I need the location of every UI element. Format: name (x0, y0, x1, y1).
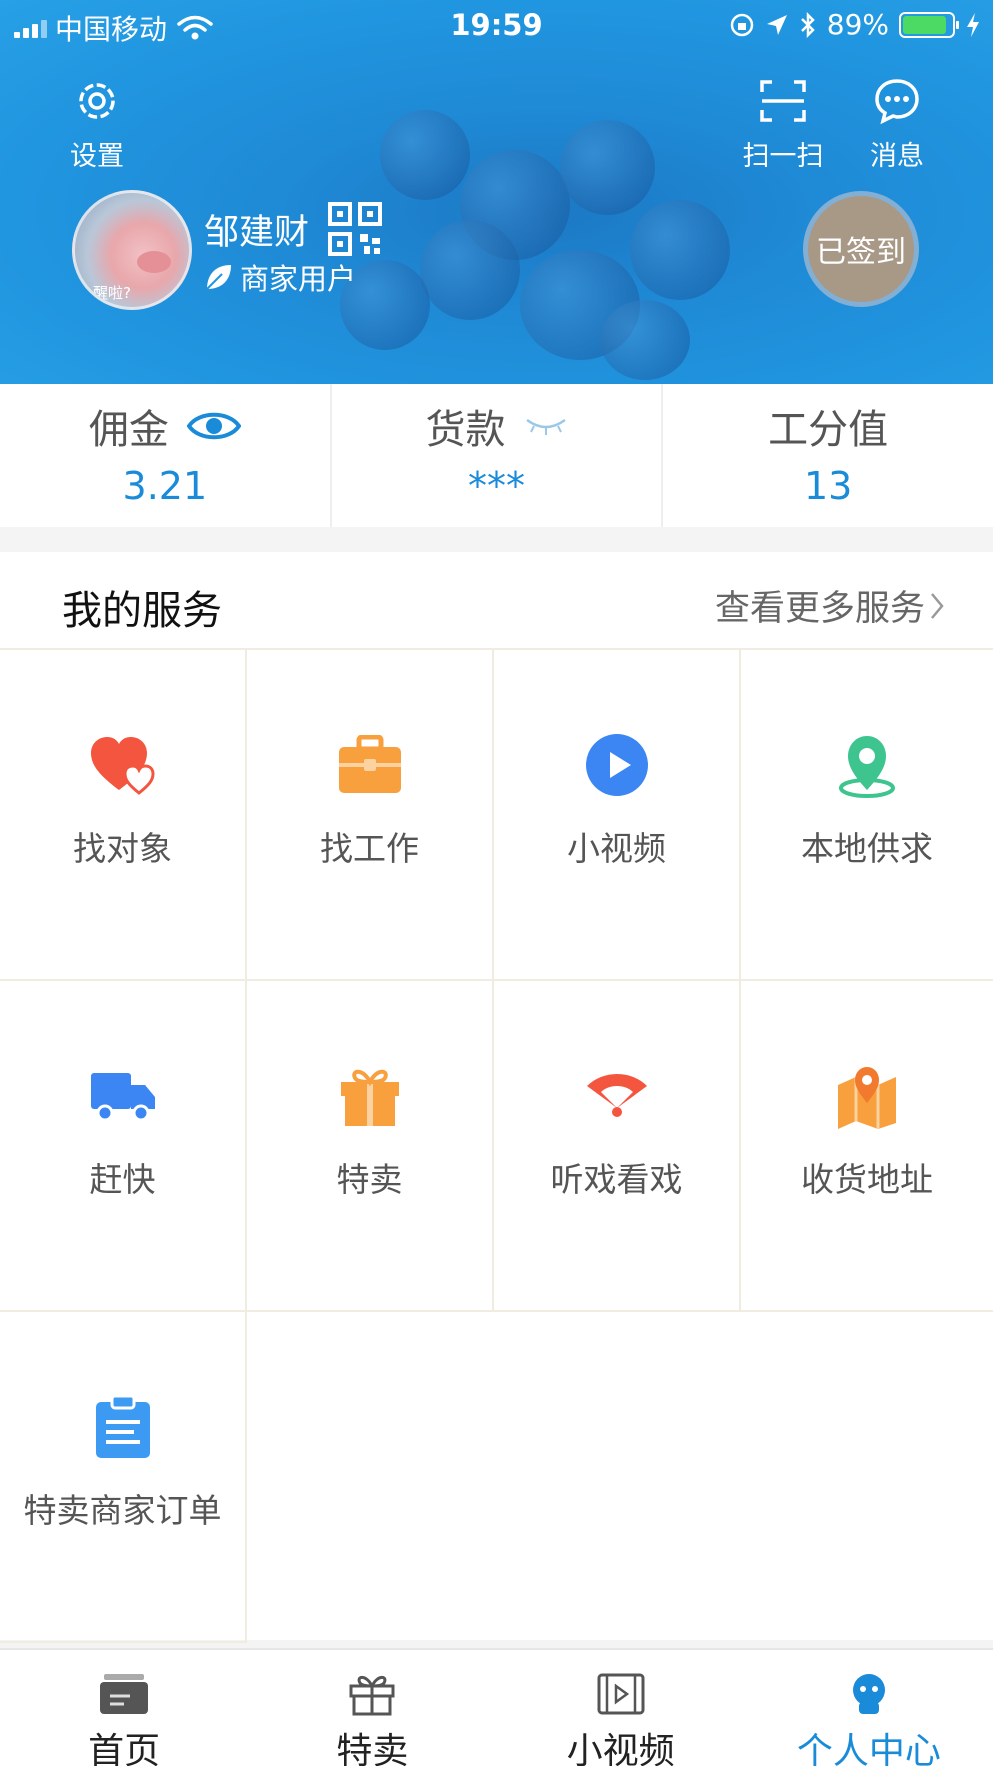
stat-label: 工分值 (768, 407, 889, 453)
scan-icon (760, 80, 806, 122)
scan-button[interactable]: 扫一扫 (736, 76, 830, 173)
service-merchant-orders[interactable]: 特卖商家订单 (0, 1312, 247, 1643)
service-label: 特卖商家订单 (23, 1491, 222, 1530)
avatar[interactable]: 醒啦? (72, 190, 192, 310)
bg-decoration (380, 110, 470, 200)
leaf-icon (206, 265, 231, 290)
eye-open-icon[interactable] (186, 409, 241, 443)
qr-code-icon[interactable] (328, 202, 382, 256)
service-label: 找工作 (320, 829, 419, 868)
user-name: 邹建财 (204, 213, 310, 253)
gift-icon (340, 1069, 399, 1126)
more-services-link[interactable]: 查看更多服务 (715, 580, 945, 631)
home-icon (100, 1674, 149, 1714)
bottom-tab-bar: 首页 特卖 小视频 个人中心 (0, 1648, 993, 1766)
service-delivery-address[interactable]: 收货地址 (741, 981, 993, 1312)
battery-percent: 89% (826, 8, 889, 41)
tab-short-video[interactable]: 小视频 (497, 1650, 745, 1766)
stat-label: 货款 (425, 407, 506, 453)
tab-label: 首页 (88, 1731, 161, 1766)
settings-label: 设置 (70, 141, 124, 172)
service-label: 听戏看戏 (550, 1160, 683, 1199)
tab-label: 小视频 (566, 1731, 675, 1766)
service-label: 赶快 (89, 1160, 156, 1199)
briefcase-icon (338, 735, 401, 793)
bg-decoration (630, 200, 730, 300)
stat-value: 3.21 (122, 464, 208, 508)
play-icon (585, 734, 648, 796)
bg-decoration (420, 220, 520, 320)
stat-value: *** (468, 464, 525, 508)
bg-decoration (560, 120, 655, 215)
service-label: 收货地址 (801, 1160, 933, 1199)
charging-icon (967, 12, 979, 37)
map-pin-icon (838, 1067, 896, 1129)
status-bar: 中国移动 19:59 89% (0, 0, 993, 50)
service-find-job[interactable]: 找工作 (247, 650, 494, 981)
service-find-partner[interactable]: 找对象 (0, 650, 247, 981)
bg-decoration (600, 300, 690, 380)
avatar-caption: 醒啦? (93, 284, 131, 302)
rotation-lock-icon (730, 13, 754, 36)
stat-value: 13 (804, 464, 853, 508)
more-services-label: 查看更多服务 (714, 589, 925, 629)
messages-button[interactable]: 消息 (864, 76, 930, 173)
stat-commission[interactable]: 佣金 3.21 (0, 384, 332, 527)
battery-icon (899, 11, 959, 38)
service-label: 本地供求 (801, 829, 933, 868)
tab-profile[interactable]: 个人中心 (745, 1650, 993, 1766)
clipboard-icon (95, 1394, 150, 1458)
service-label: 找对象 (73, 829, 172, 868)
messages-label: 消息 (870, 141, 924, 172)
stat-payment[interactable]: 货款 *** (332, 384, 664, 527)
signed-in-button[interactable]: 已签到 (803, 191, 919, 307)
services-header: 我的服务 查看更多服务 (0, 552, 993, 650)
gear-icon (79, 83, 115, 119)
location-arrow-icon (766, 14, 787, 35)
services-title: 我的服务 (62, 588, 222, 634)
service-label: 小视频 (567, 829, 666, 868)
avatar-pig-snout (137, 251, 171, 273)
chat-bubble-icon (875, 79, 919, 125)
tab-label: 个人中心 (796, 1731, 941, 1766)
bluetooth-icon (800, 11, 815, 38)
services-grid: 找对象 找工作 小视频 本地供求 赶快 特卖 听戏看戏 收货地址 特卖商家订单 (0, 650, 993, 1643)
user-type: 商家用户 (204, 256, 356, 298)
gift-icon (349, 1675, 395, 1716)
tab-label: 特卖 (336, 1731, 409, 1766)
truck-icon (90, 1073, 155, 1122)
stat-label: 佣金 (88, 407, 169, 453)
profile-icon (852, 1674, 885, 1714)
account-stats: 佣金 3.21 货款 *** 工分值 13 (0, 384, 993, 527)
chevron-right-icon (931, 592, 944, 619)
scan-label: 扫一扫 (742, 141, 824, 172)
service-express[interactable]: 赶快 (0, 981, 247, 1312)
tab-home[interactable]: 首页 (0, 1650, 248, 1766)
service-local-supply[interactable]: 本地供求 (741, 650, 993, 981)
settings-button[interactable]: 设置 (62, 76, 132, 173)
profile-header: 中国移动 19:59 89% 设置 扫一扫 消息 醒啦? 邹建财 商家用户 已签… (0, 0, 993, 384)
location-pin-icon (839, 736, 895, 798)
service-label: 特卖 (336, 1160, 403, 1199)
video-icon (597, 1673, 645, 1715)
eye-closed-icon[interactable] (524, 414, 568, 438)
fan-icon (586, 1074, 647, 1117)
user-type-label: 商家用户 (240, 262, 357, 296)
service-special-sale[interactable]: 特卖 (247, 981, 494, 1312)
service-short-video[interactable]: 小视频 (494, 650, 741, 981)
stat-work-points[interactable]: 工分值 13 (663, 384, 993, 527)
tab-special-sale[interactable]: 特卖 (248, 1650, 496, 1766)
heart-icon (90, 737, 155, 795)
service-opera[interactable]: 听戏看戏 (494, 981, 741, 1312)
